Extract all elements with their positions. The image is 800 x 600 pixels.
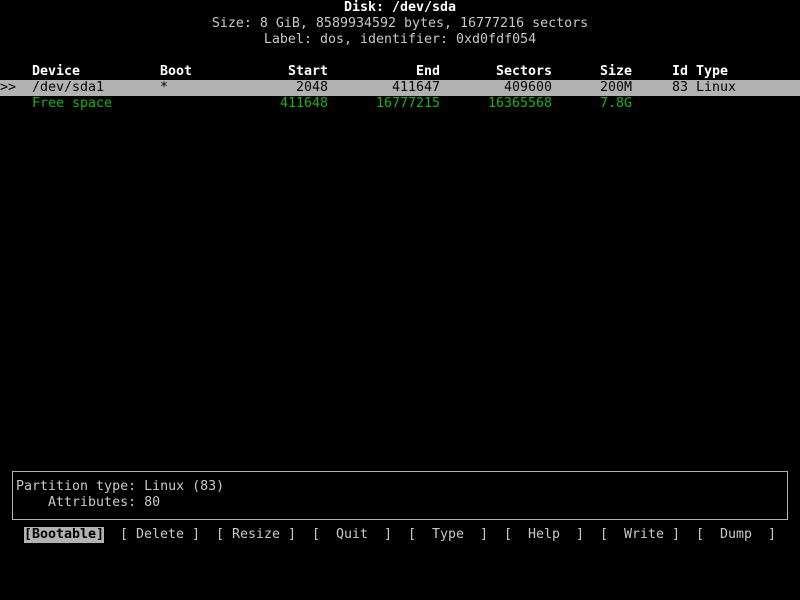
column-header-device: Device [32, 64, 81, 79]
column-header-size: Size [599, 64, 632, 79]
column-header-start: Start [287, 64, 328, 79]
column-header-boot: Boot [160, 64, 193, 79]
disk-size-info: Size: 8 GiB, 8589934592 bytes, 16777216 … [211, 16, 589, 31]
cell-device: Free space [32, 96, 113, 111]
help-button[interactable]: [ Help ] [504, 527, 584, 543]
table-row-sda1[interactable]: >> /dev/sda1 * 2048 411647 409600 200M 8… [0, 80, 800, 96]
column-header-end: End [415, 64, 440, 79]
disk-label-info: Label: dos, identifier: 0xd0fdf054 [263, 32, 537, 47]
table-header: Device Boot Start End Sectors Size Id Ty… [0, 64, 800, 80]
column-header-sectors: Sectors [495, 64, 552, 79]
partition-attributes-info: Attributes: 80 [16, 495, 161, 510]
partition-type-info: Partition type: Linux (83) [16, 479, 225, 494]
column-header-id-type: Id Type [672, 64, 729, 79]
cell-size: 7.8G [599, 96, 632, 111]
cell-start: 2048 [295, 80, 328, 95]
type-button[interactable]: [ Type ] [408, 527, 488, 543]
cell-size: 200M [599, 80, 632, 95]
delete-button[interactable]: [ Delete ] [120, 527, 200, 543]
cell-end: 16777215 [375, 96, 440, 111]
cell-boot-flag: * [160, 80, 169, 95]
cell-sectors: 409600 [503, 80, 552, 95]
bootable-button[interactable]: [Bootable] [24, 527, 105, 543]
table-row-free-space[interactable]: Free space 411648 16777215 16365568 7.8G [0, 96, 800, 112]
selection-cursor: >> [0, 80, 17, 95]
cell-sectors: 16365568 [487, 96, 552, 111]
action-menu: [Bootable] [ Delete ] [ Resize ] [ Quit … [0, 527, 800, 543]
write-button[interactable]: [ Write ] [600, 527, 680, 543]
partition-info-box: Partition type: Linux (83) Attributes: 8… [12, 471, 788, 520]
cell-device: /dev/sda1 [32, 80, 105, 95]
cell-end: 411647 [391, 80, 440, 95]
cell-start: 411648 [279, 96, 328, 111]
resize-button[interactable]: [ Resize ] [216, 527, 296, 543]
disk-title: Disk: /dev/sda [343, 0, 457, 15]
quit-button[interactable]: [ Quit ] [312, 527, 392, 543]
dump-button[interactable]: [ Dump ] [696, 527, 776, 543]
cell-id-type: 83 Linux [672, 80, 737, 95]
